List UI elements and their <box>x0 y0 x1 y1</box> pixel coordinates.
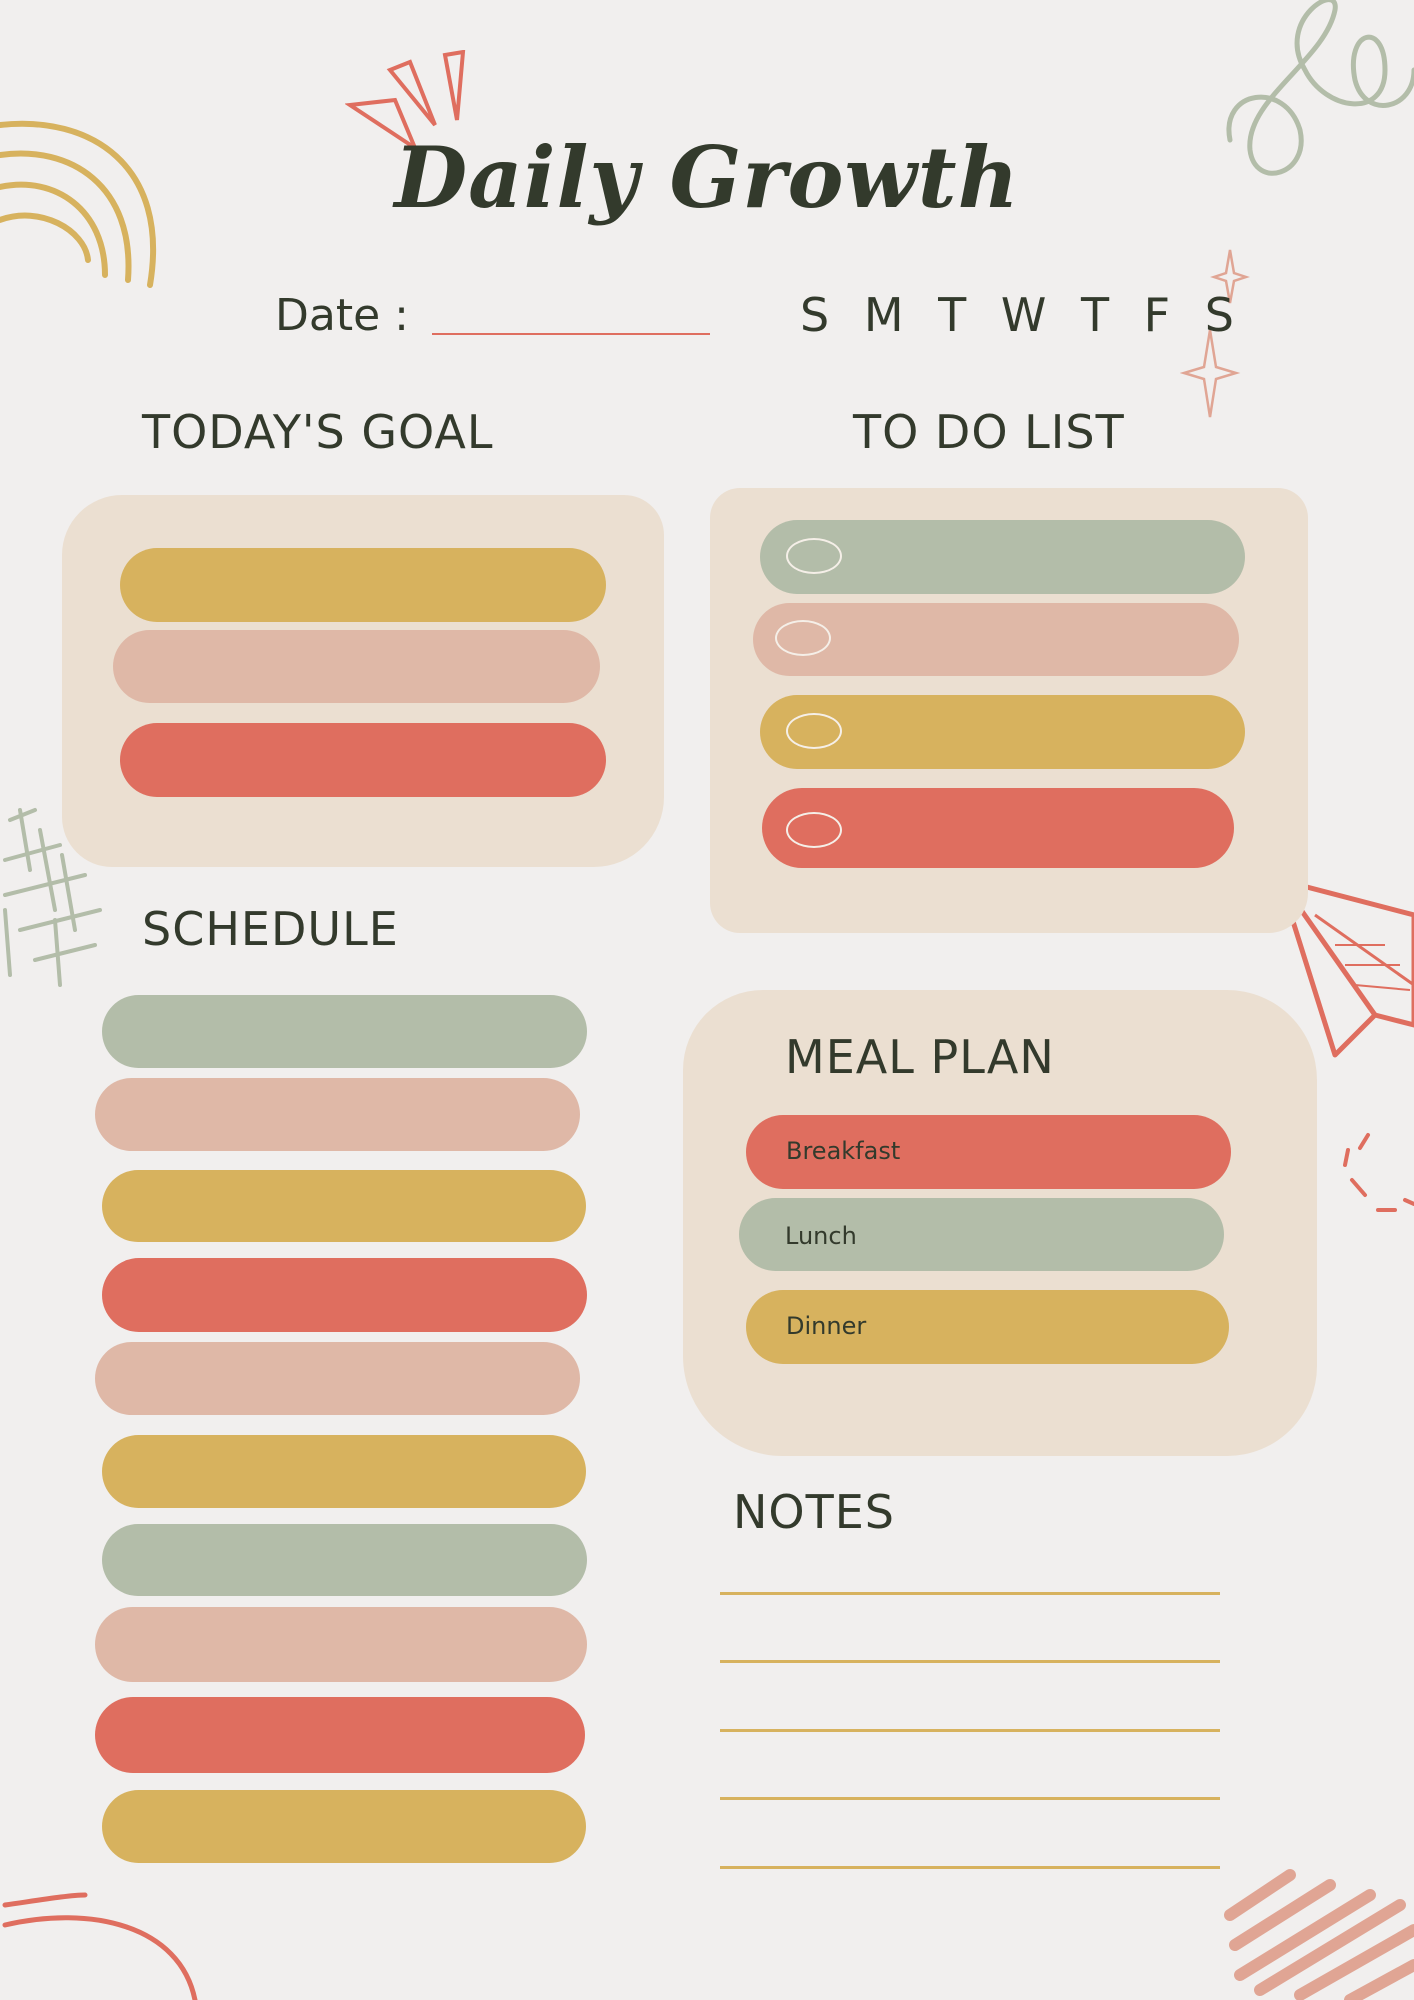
planner-page: { "title": "Daily Growth", "date_label":… <box>0 0 1414 2000</box>
meal-heading: MEAL PLAN <box>785 1030 1055 1084</box>
notes-line[interactable] <box>720 1660 1220 1663</box>
notes-line[interactable] <box>720 1592 1220 1595</box>
meal-dinner[interactable]: Dinner <box>746 1290 1229 1364</box>
date-label: Date : <box>275 290 409 341</box>
goal-line[interactable] <box>120 723 606 797</box>
schedule-slot[interactable] <box>95 1342 580 1415</box>
checkbox-icon[interactable] <box>775 620 831 656</box>
schedule-slot[interactable] <box>95 1697 585 1773</box>
date-field[interactable] <box>432 333 710 335</box>
schedule-slot[interactable] <box>102 1435 586 1508</box>
scribble-icon <box>1224 1869 1414 2000</box>
todo-heading: TO DO LIST <box>853 405 1125 459</box>
notes-heading: NOTES <box>733 1485 895 1539</box>
meal-lunch[interactable]: Lunch <box>739 1198 1224 1271</box>
goal-heading: TODAY'S GOAL <box>142 405 494 459</box>
checkbox-icon[interactable] <box>786 713 842 749</box>
schedule-slot[interactable] <box>102 1170 586 1242</box>
scribble-icon <box>1343 1133 1414 1212</box>
schedule-slot[interactable] <box>102 1258 587 1332</box>
goal-line[interactable] <box>120 548 606 622</box>
schedule-slot[interactable] <box>95 1607 587 1682</box>
arc-icon <box>2 1892 198 2000</box>
schedule-slot[interactable] <box>102 1524 587 1596</box>
checkbox-icon[interactable] <box>786 538 842 574</box>
goal-line[interactable] <box>113 630 600 703</box>
meal-dinner-label: Dinner <box>786 1312 867 1340</box>
notes-line[interactable] <box>720 1866 1220 1869</box>
schedule-slot[interactable] <box>102 1790 586 1863</box>
checkbox-icon[interactable] <box>786 812 842 848</box>
schedule-slot[interactable] <box>102 995 587 1068</box>
notes-line[interactable] <box>720 1729 1220 1732</box>
schedule-heading: SCHEDULE <box>142 902 399 956</box>
meal-breakfast-label: Breakfast <box>786 1137 901 1165</box>
meal-breakfast[interactable]: Breakfast <box>746 1115 1231 1189</box>
notes-line[interactable] <box>720 1797 1220 1800</box>
weekday-selector[interactable]: S M T W T F S <box>800 288 1244 342</box>
meal-lunch-label: Lunch <box>785 1222 857 1250</box>
schedule-slot[interactable] <box>95 1078 580 1151</box>
page-title: Daily Growth <box>394 128 1020 227</box>
